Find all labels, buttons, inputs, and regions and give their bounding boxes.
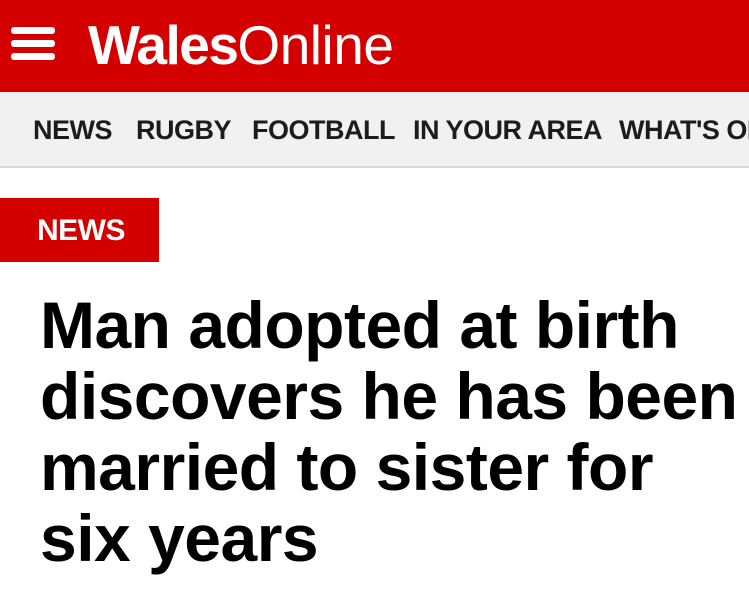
article-headline: Man adopted at birth discovers he has be…	[40, 288, 738, 575]
site-header: WalesOnline	[0, 0, 749, 92]
nav-item-football[interactable]: FOOTBALL	[252, 92, 395, 166]
hamburger-menu-icon[interactable]	[11, 24, 57, 64]
nav-item-news[interactable]: NEWS	[33, 92, 113, 166]
logo-text-online: Online	[237, 14, 394, 76]
nav-item-whats-on[interactable]: WHAT'S ON	[619, 92, 749, 166]
menu-bar	[11, 53, 55, 60]
main-nav: NEWS RUGBY FOOTBALL IN YOUR AREA WHAT'S …	[0, 92, 749, 168]
site-logo[interactable]: WalesOnline	[88, 10, 394, 80]
logo-text-wales: Wales	[88, 14, 239, 76]
nav-item-rugby[interactable]: RUGBY	[136, 92, 232, 166]
menu-bar	[11, 27, 55, 34]
menu-bar	[11, 40, 55, 47]
section-tag-news[interactable]: NEWS	[0, 198, 159, 262]
nav-item-in-your-area[interactable]: IN YOUR AREA	[413, 92, 603, 166]
